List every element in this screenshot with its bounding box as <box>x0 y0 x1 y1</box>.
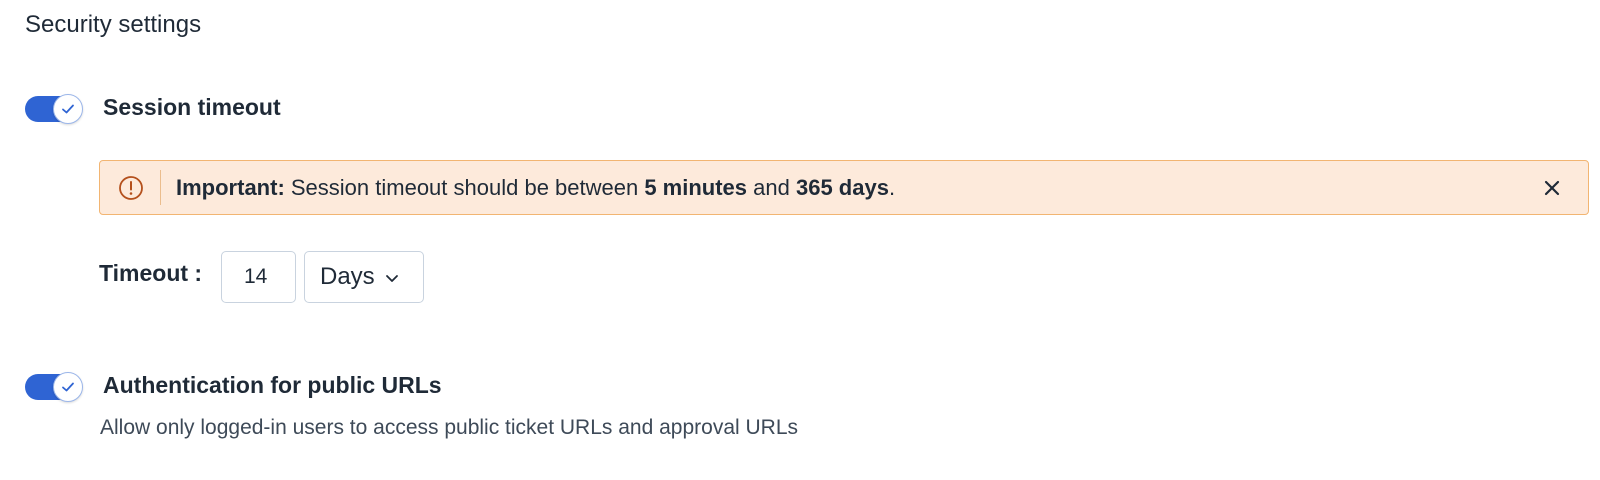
check-icon <box>62 104 74 114</box>
timeout-unit-value: Days <box>320 263 375 290</box>
alert-prefix: Important: <box>176 175 285 200</box>
public-url-auth-label: Authentication for public URLs <box>103 372 442 398</box>
public-url-auth-description: Allow only logged-in users to access pub… <box>100 416 799 439</box>
session-timeout-alert: Important: Session timeout should be bet… <box>99 160 1589 215</box>
security-settings-page: Security settings Session timeout Import… <box>0 0 1600 480</box>
alert-conjunction: and <box>747 175 796 200</box>
timeout-label: Timeout : <box>99 260 203 286</box>
public-url-auth-toggle[interactable] <box>25 372 83 402</box>
chevron-down-icon <box>385 274 398 282</box>
alert-message: Important: Session timeout should be bet… <box>176 175 895 201</box>
timeout-value-input[interactable] <box>221 251 296 303</box>
alert-text: Session timeout should be between <box>284 175 645 200</box>
exclamation-circle-icon <box>119 176 143 200</box>
timeout-unit-select[interactable]: Days <box>304 251 424 303</box>
close-icon[interactable] <box>1542 178 1562 198</box>
alert-min: 5 minutes <box>644 175 748 200</box>
check-icon <box>62 382 74 392</box>
toggle-knob <box>53 94 83 124</box>
alert-divider <box>160 170 161 205</box>
alert-suffix: . <box>888 175 896 200</box>
page-title: Security settings <box>25 11 202 38</box>
toggle-knob <box>53 372 83 402</box>
session-timeout-label: Session timeout <box>103 94 281 120</box>
alert-max: 365 days <box>795 175 889 200</box>
session-timeout-toggle[interactable] <box>25 94 83 124</box>
